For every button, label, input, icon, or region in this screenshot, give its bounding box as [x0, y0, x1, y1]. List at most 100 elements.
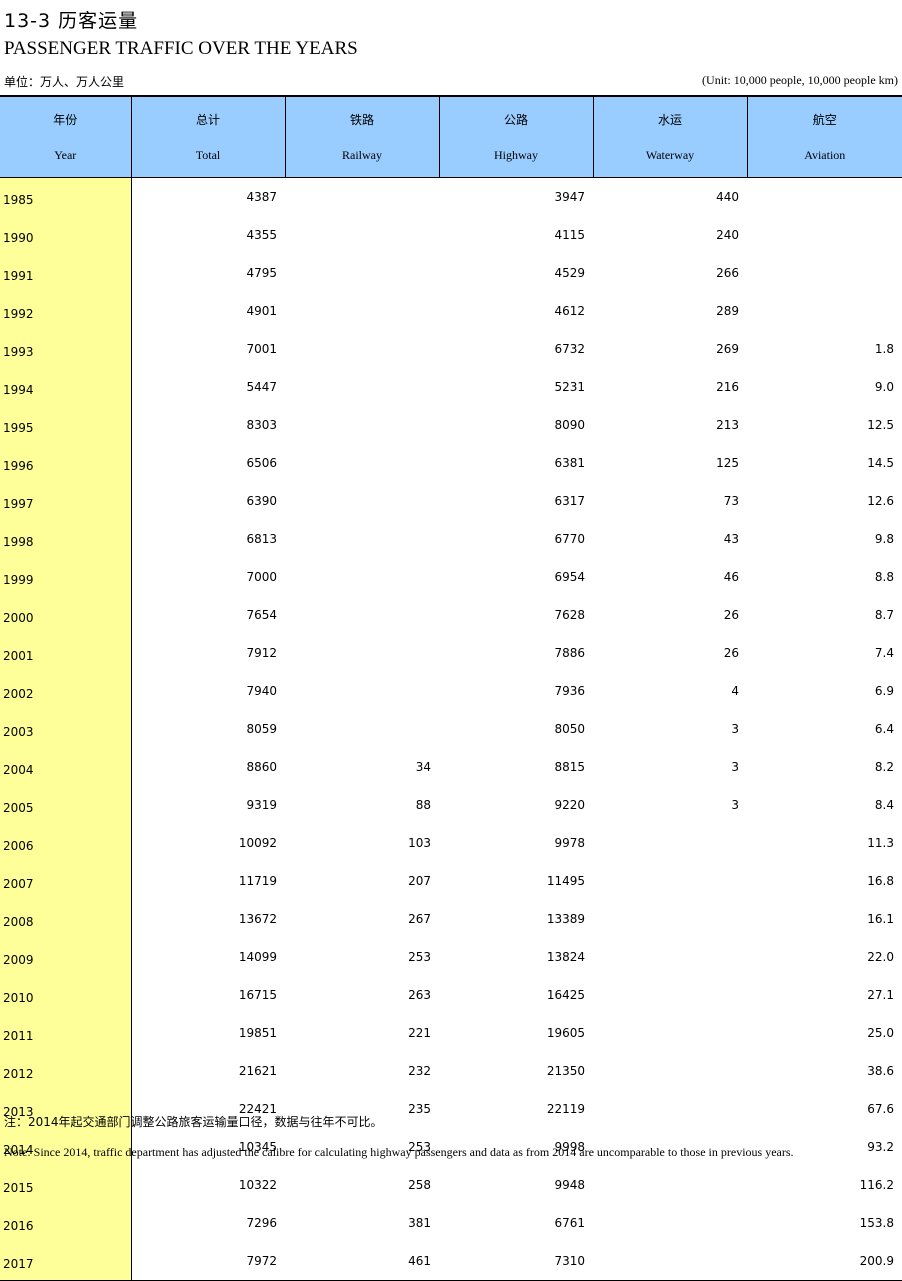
cell-waterway: 213 — [716, 418, 739, 432]
cell-aviation: 11.3 — [867, 836, 894, 850]
cell-highway: 6761 — [554, 1216, 585, 1230]
cell-total: 8303 — [246, 418, 277, 432]
cell-highway: 5231 — [554, 380, 585, 394]
cell-aviation: 27.1 — [867, 988, 894, 1002]
cell-year: 1998 — [0, 520, 132, 558]
table-row: 2015 10322 258 9948 116.2 — [0, 1166, 902, 1204]
cell-railway: 258 — [408, 1178, 431, 1192]
cell-railway: 207 — [408, 874, 431, 888]
cell-aviation: 8.2 — [874, 760, 894, 774]
cell-total: 9319 — [246, 798, 277, 812]
cell-waterway: 266 — [716, 266, 739, 280]
table-row: 1996 6506 6381 125 14.5 — [0, 444, 902, 482]
table-row: 2007 11719 207 11495 16.8 — [0, 862, 902, 900]
cell-aviation: 153.8 — [859, 1216, 894, 1230]
cell-highway: 6770 — [554, 532, 585, 546]
passenger-traffic-table: 年份 Year 总计 Total 铁路 Railway 公路 Highway 水运 Wat… — [0, 95, 902, 1281]
cell-total: 7972 — [131, 1242, 285, 1281]
cell-railway — [285, 520, 439, 558]
cell-highway: 7628 — [554, 608, 585, 622]
cell-railway: 461 — [285, 1242, 439, 1281]
cell-highway: 9978 — [554, 836, 585, 850]
cell-aviation: 8.7 — [874, 608, 894, 622]
cell-highway: 7310 — [439, 1242, 593, 1281]
table-row: 2010 16715 263 16425 27.1 — [0, 976, 902, 1014]
cell-year: 2007 — [0, 862, 132, 900]
cell-railway: 381 — [408, 1216, 431, 1230]
table-row: 1991 4795 4529 266 — [0, 254, 902, 292]
cell-railway — [285, 634, 439, 672]
cell-year: 2003 — [0, 710, 132, 748]
cell-aviation: 14.5 — [867, 456, 894, 470]
cell-total: 6506 — [246, 456, 277, 470]
cell-highway: 6954 — [554, 570, 585, 584]
table-row: 2009 14099 253 13824 22.0 — [0, 938, 902, 976]
cell-total: 6813 — [246, 532, 277, 546]
cell-total: 4355 — [246, 228, 277, 242]
cell-aviation — [747, 178, 902, 217]
cell-waterway: 269 — [716, 342, 739, 356]
cell-highway: 6381 — [554, 456, 585, 470]
cell-aviation: 38.6 — [867, 1064, 894, 1078]
table-row: 2001 7912 7886 26 7.4 — [0, 634, 902, 672]
unit-label-chinese: 单位：万人、万人公里 — [4, 75, 125, 89]
cell-aviation — [747, 254, 902, 292]
cell-year: 1993 — [0, 330, 132, 368]
cell-waterway: 26 — [723, 608, 739, 622]
cell-railway — [285, 406, 439, 444]
cell-total: 4387 — [246, 190, 277, 204]
cell-highway: 8090 — [554, 418, 585, 432]
cell-total: 7940 — [246, 684, 277, 698]
cell-total: 4901 — [246, 304, 277, 318]
cell-highway: 16425 — [546, 988, 585, 1002]
table-row: 1999 7000 6954 46 8.8 — [0, 558, 902, 596]
cell-aviation: 8.4 — [874, 798, 894, 812]
column-header-waterway: 水运 Waterway — [592, 95, 747, 178]
cell-year: 2009 — [0, 938, 132, 976]
cell-waterway — [593, 1242, 747, 1281]
cell-waterway: 3 — [731, 798, 739, 812]
table-row: 2002 7940 7936 4 6.9 — [0, 672, 902, 710]
cell-waterway: 4 — [731, 684, 739, 698]
cell-year: 2011 — [0, 1014, 132, 1052]
footnote-chinese: 注：2014年起交通部门调整公路旅客运输量口径，数据与往年不可比。 — [4, 1115, 383, 1129]
table-row: 1990 4355 4115 240 — [0, 216, 902, 254]
cell-railway — [285, 672, 439, 710]
table-row: 1993 7001 6732 269 1.8 — [0, 330, 902, 368]
cell-year: 1985 — [0, 177, 132, 216]
table-row: 2008 13672 267 13389 16.1 — [0, 900, 902, 938]
cell-waterway — [593, 1014, 747, 1052]
table-row: 2017 7972 461 7310 200.9 — [0, 1242, 902, 1281]
cell-year: 1991 — [0, 254, 132, 292]
table-row: 2006 10092 103 9978 11.3 — [0, 824, 902, 862]
cell-railway — [285, 444, 439, 482]
cell-year: 2001 — [0, 634, 132, 672]
cell-waterway: 46 — [723, 570, 739, 584]
cell-railway — [285, 482, 439, 520]
cell-railway — [285, 216, 439, 254]
cell-total: 7296 — [246, 1216, 277, 1230]
cell-total: 6390 — [246, 494, 277, 508]
cell-aviation: 9.8 — [874, 532, 894, 546]
cell-highway: 22119 — [546, 1102, 585, 1116]
cell-waterway: 289 — [716, 304, 739, 318]
cell-highway: 6732 — [554, 342, 585, 356]
cell-total: 7654 — [246, 608, 277, 622]
unit-label-english: (Unit: 10,000 people, 10,000 people km) — [702, 73, 898, 87]
footnote-english: Note: Since 2014, traffic department has… — [4, 1145, 794, 1159]
cell-total: 19851 — [238, 1026, 277, 1040]
column-header-railway: 铁路 Railway — [284, 95, 439, 178]
cell-year: 1997 — [0, 482, 132, 520]
cell-total: 13672 — [238, 912, 277, 926]
cell-total: 10322 — [238, 1178, 277, 1192]
cell-highway: 7936 — [554, 684, 585, 698]
cell-year: 2005 — [0, 786, 132, 824]
table-row: 2004 8860 34 8815 3 8.2 — [0, 748, 902, 786]
cell-railway: 232 — [408, 1064, 431, 1078]
cell-total: 7000 — [246, 570, 277, 584]
cell-highway: 21350 — [546, 1064, 585, 1078]
cell-railway: 88 — [415, 798, 431, 812]
cell-year: 2017 — [0, 1242, 132, 1281]
cell-railway — [285, 330, 439, 368]
cell-highway: 4529 — [554, 266, 585, 280]
